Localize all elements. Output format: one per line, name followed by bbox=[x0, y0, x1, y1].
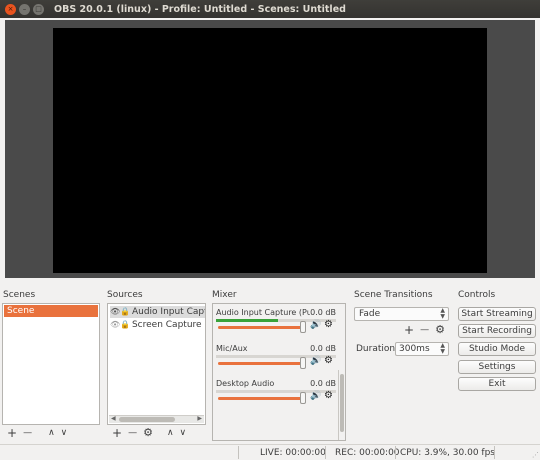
start-recording-button[interactable]: Start Recording bbox=[458, 324, 536, 338]
audio-mixer: Audio Input Capture (PulseAudio) 0.0 dB … bbox=[212, 303, 346, 441]
speaker-icon[interactable]: 🔊 bbox=[310, 320, 321, 330]
source-label: Audio Input Capture bbox=[131, 307, 205, 317]
settings-button[interactable]: Settings bbox=[458, 360, 536, 374]
move-source-down-button[interactable]: ∨ bbox=[180, 426, 187, 440]
eye-hidden-icon[interactable]: 👁 bbox=[110, 319, 120, 331]
channel-db: 0.0 dB bbox=[310, 308, 336, 317]
transition-select[interactable]: Fade ▲ ▼ bbox=[354, 307, 449, 321]
gear-icon[interactable]: ⚙ bbox=[324, 390, 333, 401]
scrollbar-thumb[interactable] bbox=[340, 374, 344, 432]
close-window-button[interactable]: × bbox=[5, 3, 16, 15]
mixer-title: Mixer bbox=[212, 290, 237, 300]
volume-slider-handle[interactable] bbox=[300, 321, 306, 333]
duration-spinbox[interactable]: 300ms ▲ ▼ bbox=[395, 342, 449, 356]
resize-grip-icon[interactable]: ⋰ bbox=[532, 451, 539, 459]
transitions-toolbar: + — ⚙ bbox=[404, 323, 451, 337]
status-separator bbox=[325, 446, 326, 459]
mixer-vertical-scrollbar[interactable] bbox=[338, 370, 344, 440]
status-separator bbox=[395, 446, 396, 459]
scenes-title: Scenes bbox=[3, 290, 36, 300]
controls-title: Controls bbox=[458, 290, 496, 300]
meter-level bbox=[216, 319, 279, 322]
scroll-left-icon[interactable]: ◀ bbox=[111, 415, 116, 422]
speaker-icon[interactable]: 🔊 bbox=[310, 391, 321, 401]
volume-slider[interactable] bbox=[218, 362, 302, 365]
channel-name: Audio Input Capture (PulseAudio) bbox=[216, 308, 310, 317]
title-bar: × – □ OBS 20.0.1 (linux) - Profile: Unti… bbox=[0, 0, 540, 18]
duration-label: Duration bbox=[356, 344, 396, 354]
status-separator bbox=[238, 446, 239, 459]
volume-slider-handle[interactable] bbox=[300, 357, 306, 369]
scroll-right-icon[interactable]: ▶ bbox=[197, 415, 202, 422]
add-transition-button[interactable]: + bbox=[404, 323, 414, 337]
source-item[interactable]: 👁 🔒 Screen Capture (XSHM) bbox=[110, 319, 205, 331]
eye-icon[interactable]: 👁 bbox=[110, 306, 120, 318]
scenes-toolbar: + — ∧ ∨ bbox=[7, 426, 73, 440]
remove-scene-button[interactable]: — bbox=[23, 426, 32, 440]
window-title: OBS 20.0.1 (linux) - Profile: Untitled -… bbox=[54, 3, 346, 15]
source-properties-gear-icon[interactable]: ⚙ bbox=[143, 426, 153, 440]
source-item[interactable]: 👁 🔒 Audio Input Capture bbox=[110, 306, 205, 318]
maximize-window-button[interactable]: □ bbox=[33, 3, 44, 15]
minimize-window-button[interactable]: – bbox=[19, 3, 30, 15]
remove-source-button[interactable]: — bbox=[128, 426, 137, 440]
rec-status: REC: 00:00:00 bbox=[335, 448, 400, 458]
sources-horizontal-scrollbar[interactable]: ◀ ▶ bbox=[109, 415, 204, 423]
remove-transition-button[interactable]: — bbox=[420, 323, 429, 337]
gear-icon[interactable]: ⚙ bbox=[324, 319, 333, 330]
sources-toolbar: + — ⚙ ∧ ∨ bbox=[112, 426, 192, 440]
duration-value: 300ms bbox=[399, 344, 430, 354]
scene-item[interactable]: Scene bbox=[4, 305, 98, 317]
channel-db: 0.0 dB bbox=[310, 379, 336, 388]
transition-properties-gear-icon[interactable]: ⚙ bbox=[435, 323, 445, 337]
preview-area[interactable] bbox=[5, 20, 535, 278]
volume-slider[interactable] bbox=[218, 326, 302, 329]
volume-slider-handle[interactable] bbox=[300, 392, 306, 404]
updown-arrows-icon[interactable]: ▲ ▼ bbox=[440, 343, 445, 355]
start-streaming-button[interactable]: Start Streaming bbox=[458, 307, 536, 321]
preview-canvas[interactable] bbox=[53, 28, 487, 273]
lock-icon[interactable]: 🔒 bbox=[120, 319, 130, 331]
add-scene-button[interactable]: + bbox=[7, 426, 17, 440]
move-scene-up-button[interactable]: ∧ bbox=[48, 426, 55, 440]
cpu-status: CPU: 3.9%, 30.00 fps bbox=[400, 448, 495, 458]
exit-button[interactable]: Exit bbox=[458, 377, 536, 391]
studio-mode-button[interactable]: Studio Mode bbox=[458, 342, 536, 356]
live-status: LIVE: 00:00:00 bbox=[260, 448, 326, 458]
move-source-up-button[interactable]: ∧ bbox=[167, 426, 174, 440]
channel-name: Mic/Aux bbox=[216, 344, 248, 353]
sources-list[interactable]: 👁 🔒 Audio Input Capture 👁 🔒 Screen Captu… bbox=[107, 303, 206, 425]
gear-icon[interactable]: ⚙ bbox=[324, 355, 333, 366]
lock-icon[interactable]: 🔒 bbox=[120, 306, 130, 318]
channel-name: Desktop Audio bbox=[216, 379, 275, 388]
scenes-list[interactable]: Scene bbox=[2, 303, 100, 425]
add-source-button[interactable]: + bbox=[112, 426, 122, 440]
updown-arrows-icon: ▲ ▼ bbox=[440, 307, 445, 320]
scrollbar-thumb[interactable] bbox=[119, 417, 175, 422]
move-scene-down-button[interactable]: ∨ bbox=[61, 426, 68, 440]
scene-transitions-title: Scene Transitions bbox=[354, 290, 433, 300]
source-label: Screen Capture (XSHM) bbox=[131, 320, 205, 330]
channel-db: 0.0 dB bbox=[310, 344, 336, 353]
speaker-icon[interactable]: 🔊 bbox=[310, 356, 321, 366]
status-separator bbox=[494, 446, 495, 459]
volume-slider[interactable] bbox=[218, 397, 302, 400]
sources-title: Sources bbox=[107, 290, 143, 300]
status-bar: LIVE: 00:00:00 REC: 00:00:00 CPU: 3.9%, … bbox=[0, 444, 540, 460]
transition-selected-value: Fade bbox=[359, 309, 381, 319]
